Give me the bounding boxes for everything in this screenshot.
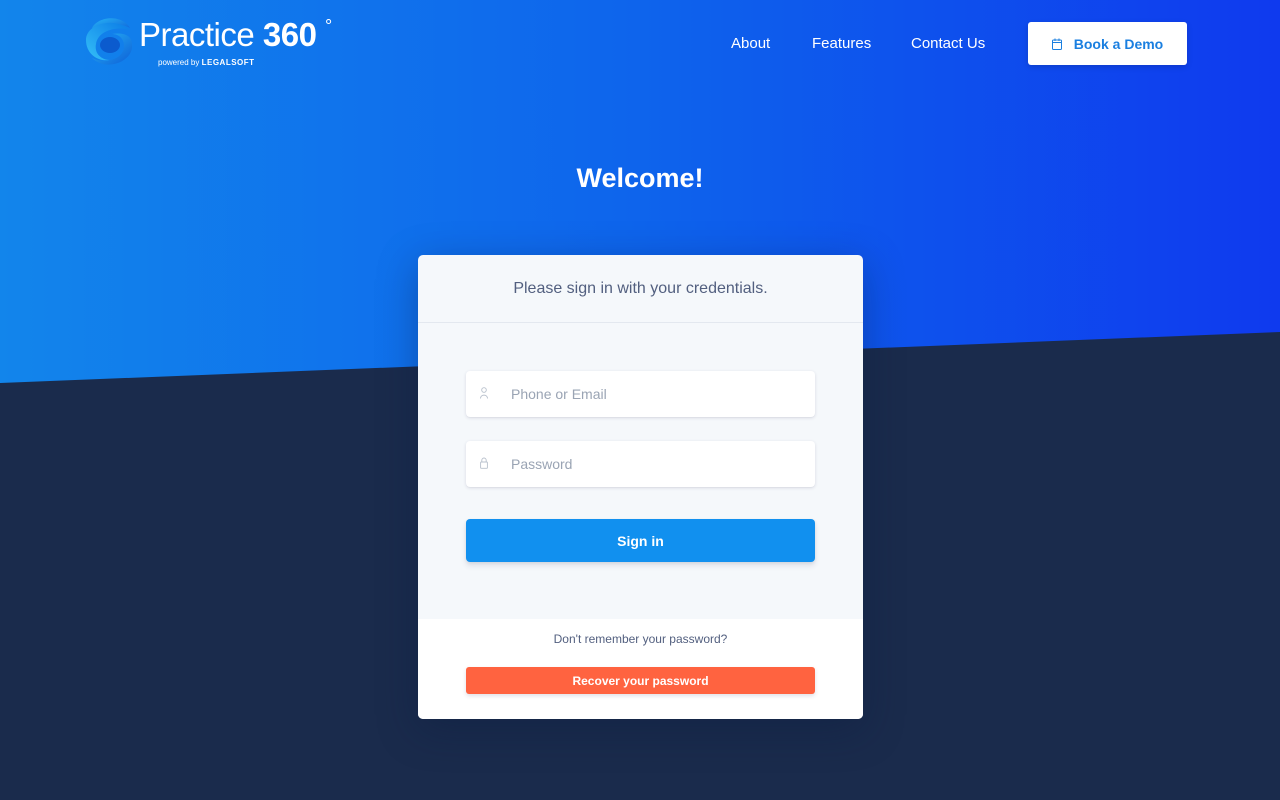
login-card: Please sign in with your credentials. Si…: [418, 255, 863, 719]
logo-number: 360: [262, 16, 317, 53]
powered-by-prefix: powered by: [158, 58, 200, 67]
login-card-footer: Don't remember your password? Recover yo…: [418, 619, 863, 719]
phone-email-input[interactable]: [511, 371, 801, 417]
login-card-header: Please sign in with your credentials.: [418, 255, 863, 323]
nav-link-features[interactable]: Features: [812, 35, 871, 52]
password-field[interactable]: [466, 441, 815, 487]
top-navigation: Practice 360 ° powered by LEGALSOFT Abou…: [0, 0, 1280, 88]
user-icon: [480, 387, 488, 399]
phone-email-field[interactable]: [466, 371, 815, 417]
recover-password-button[interactable]: Recover your password: [466, 667, 815, 694]
forgot-password-text: Don't remember your password?: [553, 632, 728, 646]
sign-in-button[interactable]: Sign in: [466, 519, 815, 562]
page-title: Welcome!: [576, 163, 704, 193]
logo-mark-icon: [86, 18, 133, 65]
login-subtitle: Please sign in with your credentials.: [513, 279, 768, 297]
lock-icon: [480, 457, 488, 469]
logo-degree: °: [325, 16, 333, 36]
brand-logo[interactable]: Practice 360 ° powered by LEGALSOFT: [84, 14, 344, 72]
password-input[interactable]: [511, 441, 801, 487]
nav-link-about[interactable]: About: [731, 35, 770, 52]
nav-link-contact-us[interactable]: Contact Us: [911, 35, 985, 52]
powered-by-company: LEGALSOFT: [201, 58, 255, 67]
book-demo-label: Book a Demo: [1073, 35, 1164, 52]
book-demo-button[interactable]: Book a Demo: [1028, 22, 1187, 65]
calendar-icon: [1051, 38, 1062, 50]
powered-by: powered by LEGALSOFT: [158, 58, 255, 67]
logo-name: Practice: [139, 16, 255, 53]
logo-wordmark: Practice 360: [139, 16, 317, 54]
